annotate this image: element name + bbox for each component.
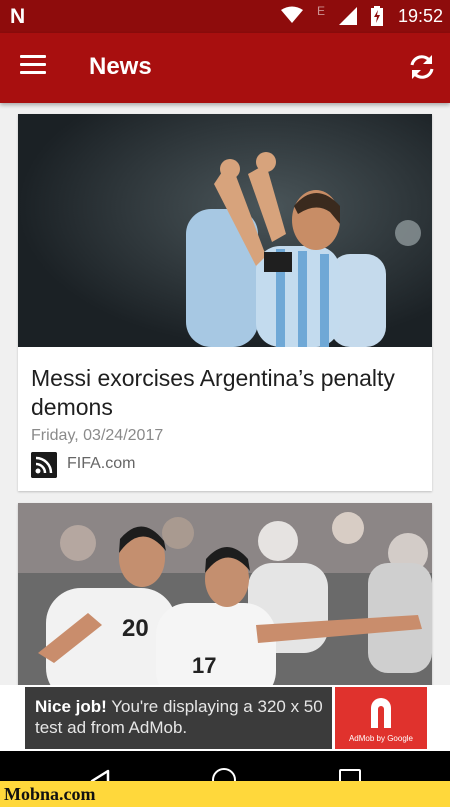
watermark: Mobna.com: [0, 781, 450, 807]
refresh-icon[interactable]: [408, 53, 436, 81]
ad-text: Nice job! You're displaying a 320 x 50 t…: [35, 696, 330, 738]
svg-text:20: 20: [122, 615, 149, 642]
svg-text:17: 17: [192, 653, 216, 678]
battery-charging-icon: [371, 6, 383, 26]
article-headline[interactable]: Messi exorcises Argentina’s penalty demo…: [31, 364, 421, 422]
clock: 19:52: [398, 6, 444, 26]
admob-logo[interactable]: AdMob by Google: [335, 687, 427, 749]
article-date: Friday, 03/24/2017: [31, 427, 164, 444]
news-card[interactable]: Messi exorcises Argentina’s penalty demo…: [18, 114, 432, 491]
ad-banner[interactable]: Nice job! You're displaying a 320 x 50 t…: [0, 685, 450, 751]
admob-icon: [371, 698, 391, 728]
news-card[interactable]: 20 17: [18, 503, 432, 703]
n-logo-icon: N: [10, 5, 26, 28]
network-type-label: E: [317, 4, 326, 18]
status-bar: N E 19:52: [0, 0, 450, 33]
app-bar: News: [0, 33, 450, 103]
ad-byline: AdMob by Google: [348, 734, 414, 743]
watermark-text: Mobna.com: [4, 784, 96, 804]
article-photo[interactable]: 20 17: [18, 503, 432, 703]
ad-bold-text: Nice job!: [35, 697, 107, 716]
page-title: News: [89, 53, 152, 80]
ad-text-box[interactable]: Nice job! You're displaying a 320 x 50 t…: [25, 687, 332, 749]
menu-icon[interactable]: [20, 55, 46, 79]
rss-feed-icon: [31, 452, 57, 478]
signal-icon: [339, 7, 357, 25]
article-photo[interactable]: [18, 114, 432, 347]
wifi-icon: [281, 6, 303, 23]
source-name: FIFA.com: [67, 455, 136, 472]
